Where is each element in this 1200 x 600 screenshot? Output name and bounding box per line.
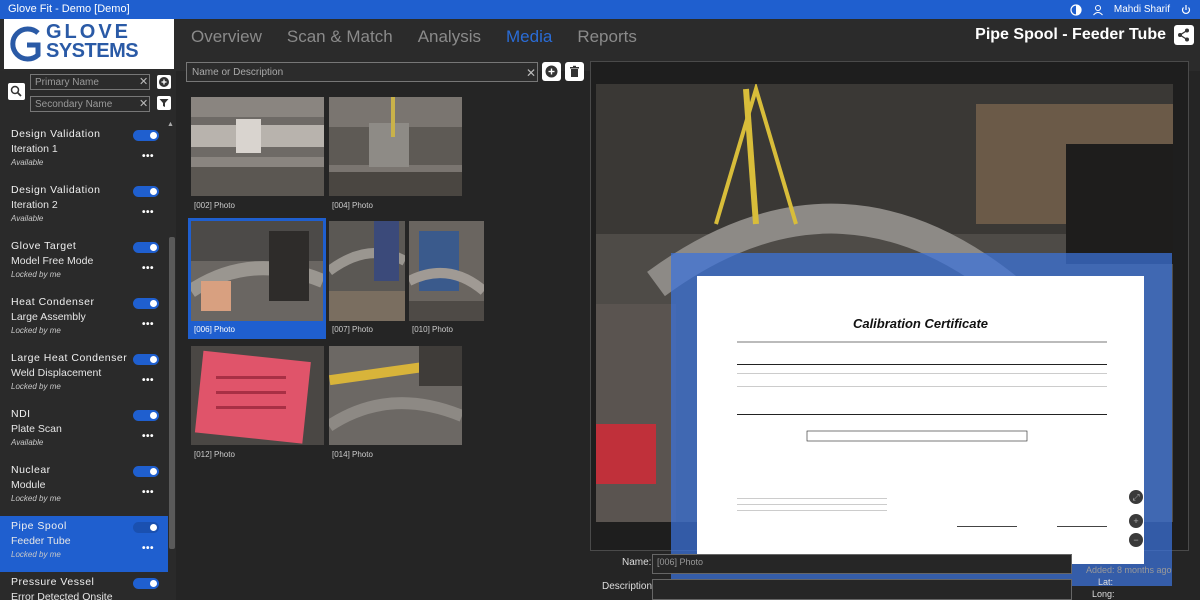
glove-systems-logo: GLOVE SYSTEMS (4, 19, 174, 69)
trash-icon (570, 65, 579, 77)
delete-media-button[interactable] (565, 62, 584, 81)
tag-photo-image (191, 346, 324, 445)
thumbnail-label: [014] Photo (332, 450, 373, 459)
user-name[interactable]: Mahdi Sharif (1114, 4, 1170, 15)
description-label: Description: (602, 581, 655, 592)
media-thumbnail-selected[interactable]: [006] Photo (188, 218, 326, 339)
project-item[interactable]: NDI Plate Scan Available ••• (0, 404, 168, 460)
thumbnail-label: [012] Photo (194, 450, 235, 459)
certificate-body-lines (737, 341, 1107, 527)
filter-icon (159, 99, 169, 107)
project-list: Design Validation Iteration 1 Available … (0, 124, 168, 600)
title-bar: Glove Fit - Demo [Demo] Mahdi Sharif (0, 0, 1200, 19)
user-icon[interactable] (1092, 4, 1104, 16)
add-project-button[interactable] (157, 75, 171, 89)
thumbnail-label: [007] Photo (332, 325, 373, 334)
tab-analysis[interactable]: Analysis (418, 27, 481, 47)
title-bar-right: Mahdi Sharif (1070, 0, 1200, 19)
more-options-icon[interactable]: ••• (142, 319, 154, 330)
theme-toggle-icon[interactable] (1070, 3, 1082, 16)
pipe-photo-image (191, 221, 323, 321)
more-options-icon[interactable]: ••• (142, 543, 154, 554)
power-icon[interactable] (1180, 4, 1192, 16)
add-icon (159, 77, 169, 87)
name-field[interactable]: [006] Photo (652, 554, 1072, 574)
media-thumbnail[interactable] (409, 221, 484, 321)
clear-media-search-icon[interactable]: ✕ (526, 66, 536, 80)
tab-media[interactable]: Media (506, 27, 552, 47)
share-icon (1178, 28, 1189, 42)
page-title: Pipe Spool - Feeder Tube (975, 26, 1166, 43)
name-label: Name: (622, 557, 652, 568)
fit-screen-icon[interactable]: ⤢ (1129, 490, 1143, 504)
tab-reports[interactable]: Reports (577, 27, 637, 47)
project-toggle[interactable] (133, 242, 159, 253)
project-toggle[interactable] (133, 410, 159, 421)
more-options-icon[interactable]: ••• (142, 263, 154, 274)
project-toggle[interactable] (133, 578, 159, 589)
zoom-in-icon[interactable]: + (1129, 514, 1143, 528)
logo-mark-icon (10, 26, 41, 62)
calibration-certificate-document: Calibration Certificate (697, 276, 1144, 564)
project-toggle[interactable] (133, 186, 159, 197)
thumbnail-label: [010] Photo (412, 325, 453, 334)
project-panel: ✕ ✕ ▲ Design Validation Iteration 1 Avai… (0, 71, 176, 600)
pipe-photo-image (409, 221, 484, 321)
project-item[interactable]: Nuclear Module Locked by me ••• (0, 460, 168, 516)
search-icon (10, 85, 22, 97)
main-nav: Overview Scan & Match Analysis Media Rep… (191, 27, 637, 47)
project-toggle[interactable] (133, 354, 159, 365)
window-title: Glove Fit - Demo [Demo] (8, 3, 130, 15)
weld-photo-image (329, 97, 462, 196)
project-item[interactable]: Glove Target Model Free Mode Locked by m… (0, 236, 168, 292)
project-item[interactable]: Heat Condenser Large Assembly Locked by … (0, 292, 168, 348)
media-thumbnail[interactable] (191, 346, 324, 445)
project-item[interactable]: Design Validation Iteration 1 Available … (0, 124, 168, 180)
secondary-name-input[interactable] (30, 96, 150, 112)
filter-button[interactable] (157, 96, 171, 110)
scroll-up-icon[interactable]: ▲ (167, 121, 174, 128)
project-item[interactable]: Pressure Vessel Error Detected Onsite (0, 572, 168, 600)
level-photo-image (329, 346, 462, 445)
share-button[interactable] (1174, 25, 1194, 45)
project-item[interactable]: Large Heat Condenser Weld Displacement L… (0, 348, 168, 404)
more-options-icon[interactable]: ••• (142, 487, 154, 498)
latitude-label: Lat: (1098, 577, 1114, 587)
pipe-photo-image (329, 221, 405, 321)
project-subtitle: Error Detected Onsite (11, 591, 113, 600)
media-thumbnail[interactable] (191, 97, 324, 196)
thumbnail-label: [004] Photo (332, 201, 373, 210)
project-toggle[interactable] (133, 130, 159, 141)
thumbnail-label: [002] Photo (194, 201, 235, 210)
primary-name-input[interactable] (30, 74, 150, 90)
clear-secondary-icon[interactable]: ✕ (139, 97, 148, 110)
media-thumbnail[interactable] (329, 221, 405, 321)
logo-wordmark: GLOVE SYSTEMS (46, 21, 139, 62)
project-item[interactable]: Design Validation Iteration 2 Available … (0, 180, 168, 236)
tab-overview[interactable]: Overview (191, 27, 262, 47)
weld-photo-image (191, 97, 324, 196)
media-thumbnail[interactable] (329, 346, 462, 445)
zoom-out-icon[interactable]: − (1129, 533, 1143, 547)
media-search-input[interactable] (186, 62, 538, 82)
project-toggle[interactable] (133, 466, 159, 477)
add-icon (545, 65, 558, 78)
thumbnail-label: [006] Photo (194, 325, 235, 334)
added-timestamp: Added: 8 months ago (1086, 565, 1172, 575)
tab-scan-match[interactable]: Scan & Match (287, 27, 393, 47)
description-field[interactable] (652, 579, 1072, 600)
longitude-label: Long: (1092, 589, 1115, 599)
more-options-icon[interactable]: ••• (142, 207, 154, 218)
more-options-icon[interactable]: ••• (142, 375, 154, 386)
project-list-scrollbar[interactable] (169, 237, 175, 549)
more-options-icon[interactable]: ••• (142, 431, 154, 442)
add-media-button[interactable] (542, 62, 561, 81)
search-button[interactable] (8, 83, 25, 100)
project-item-selected[interactable]: Pipe Spool Feeder Tube Locked by me ••• (0, 516, 168, 572)
project-toggle[interactable] (133, 522, 159, 533)
media-thumbnail[interactable] (329, 97, 462, 196)
project-toggle[interactable] (133, 298, 159, 309)
clear-primary-icon[interactable]: ✕ (139, 75, 148, 88)
more-options-icon[interactable]: ••• (142, 151, 154, 162)
